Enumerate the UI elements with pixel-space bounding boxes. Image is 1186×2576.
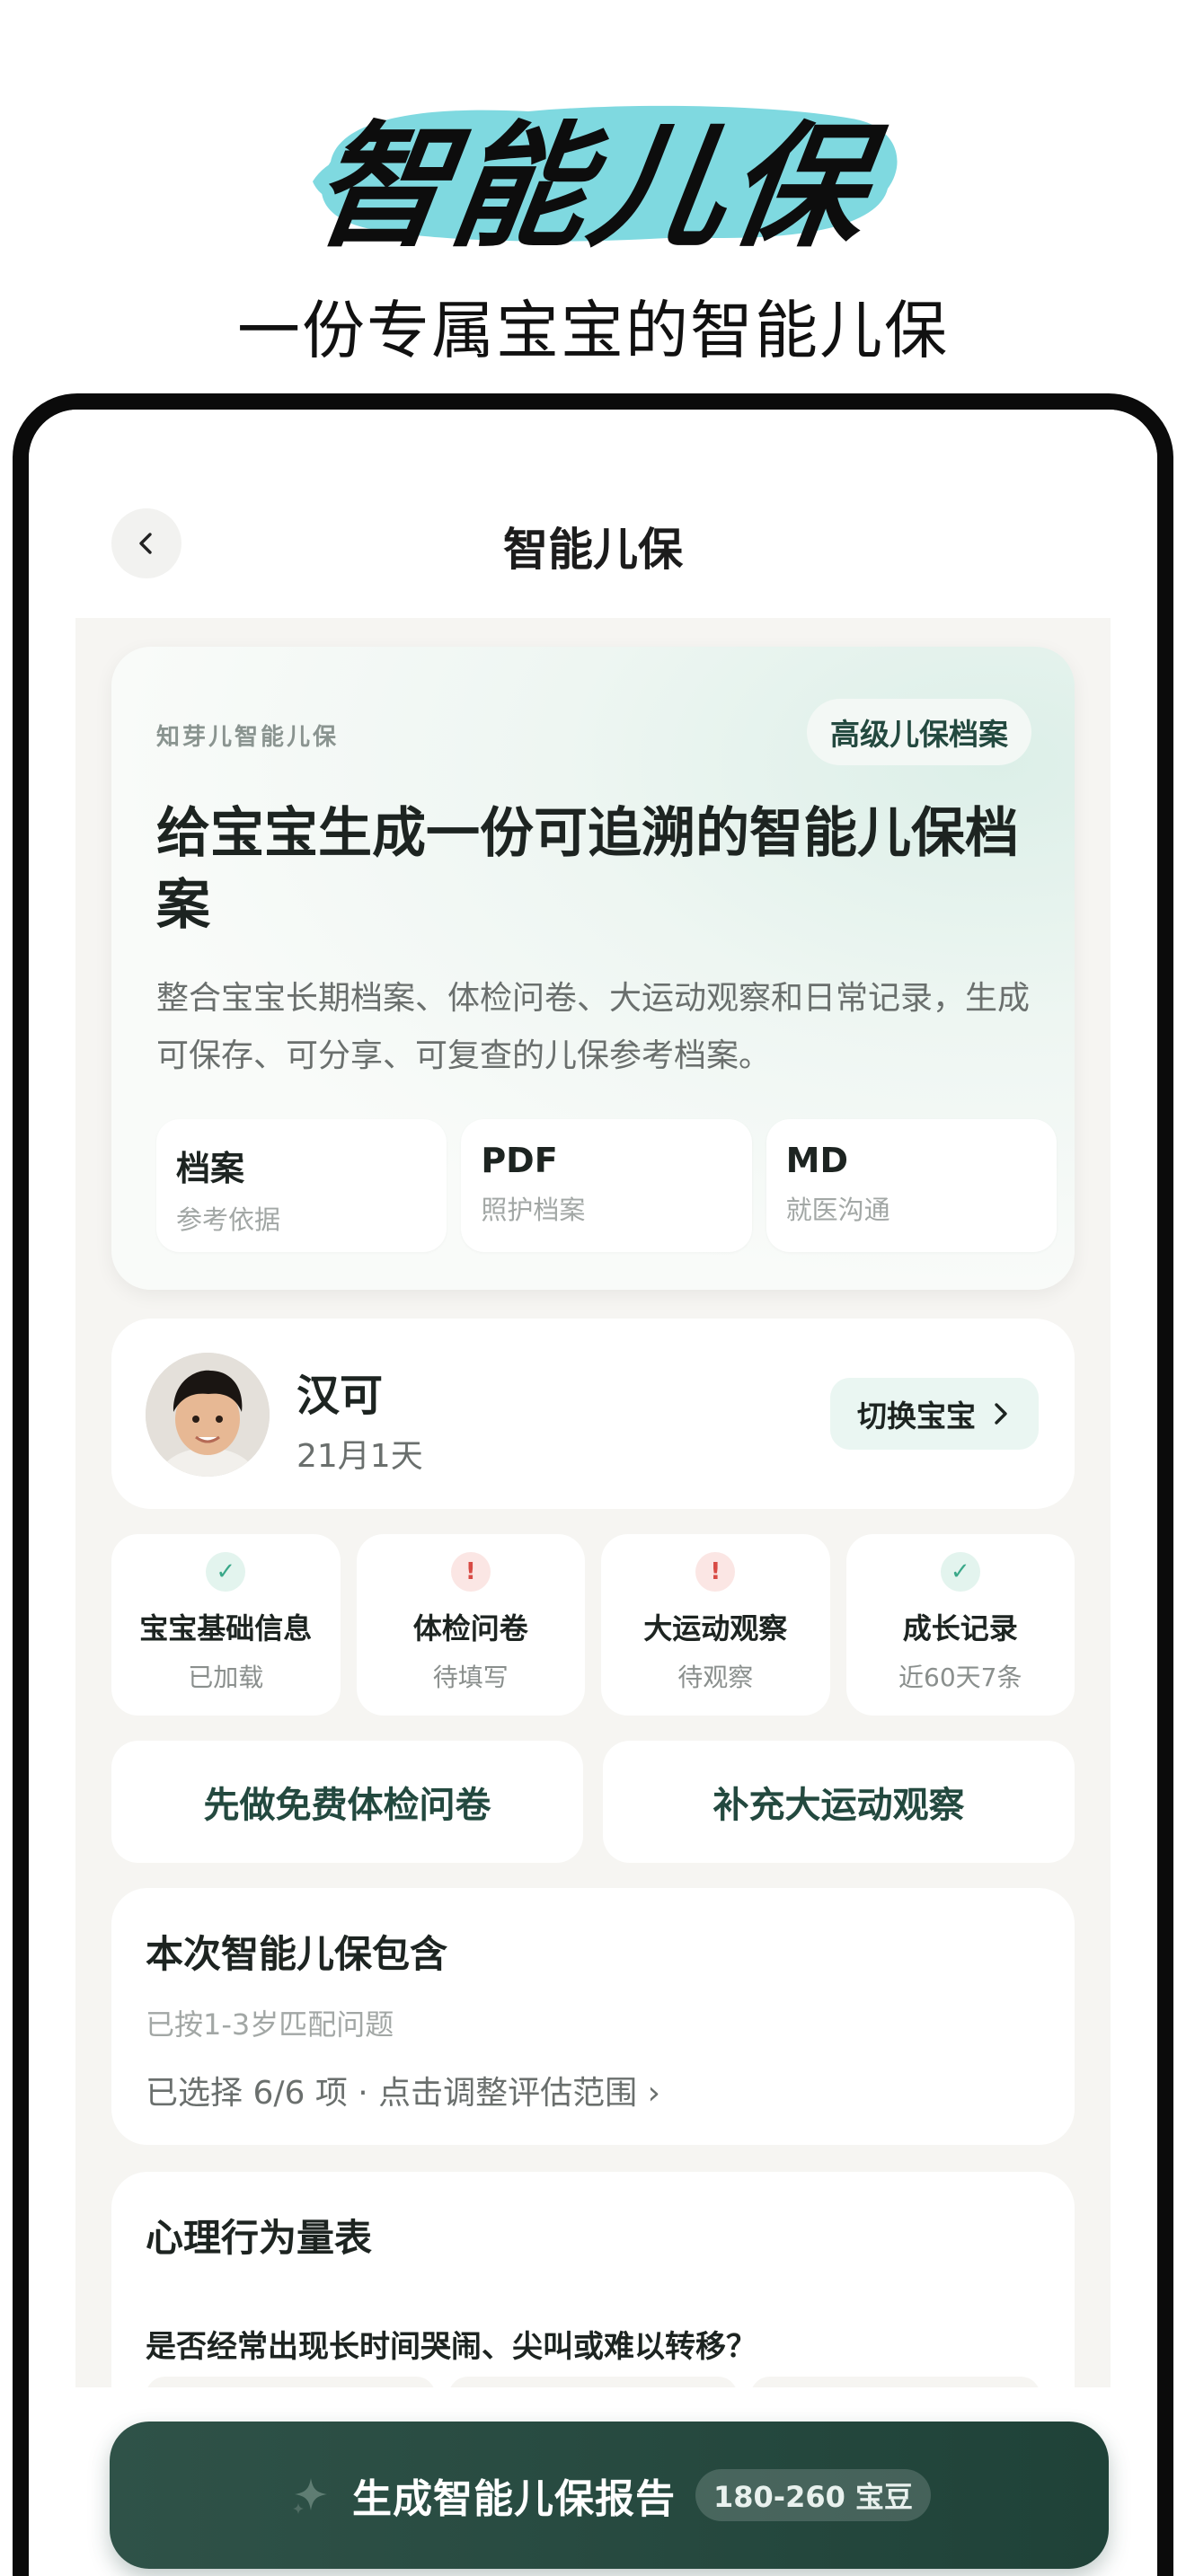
- report-includes-card[interactable]: 本次智能儿保包含 已按1-3岁匹配问题 已选择 6/6 项 · 点击调整评估范围…: [111, 1888, 1075, 2145]
- status-state: 待填写: [432, 1663, 509, 1692]
- page-title: 智能儿保: [503, 524, 683, 576]
- feature-tile-sub: 参考依据: [176, 1204, 281, 1235]
- hero-brand: 知芽儿智能儿保: [156, 724, 340, 751]
- switch-baby-button[interactable]: 切换宝宝: [830, 1378, 1039, 1450]
- scale-question: 是否经常出现长时间哭闹、尖叫或难以转移？: [146, 2329, 757, 2365]
- feature-tile-pdf: PDF 照护档案: [461, 1119, 752, 1252]
- feature-tile-sub: 照护档案: [481, 1195, 586, 1225]
- status-growth-records[interactable]: ✓ 成长记录 近60天7条: [845, 1534, 1075, 1716]
- phone-frame: 智能儿保 知芽儿智能儿保 高级儿保档案 给宝宝生成一份可追溯的智能儿保档案 整合…: [13, 393, 1173, 2576]
- promo-title: 智能儿保: [303, 109, 880, 266]
- status-label: 大运动观察: [643, 1611, 788, 1645]
- archive-level-badge: 高级儿保档案: [807, 699, 1031, 765]
- status-state: 待观察: [677, 1663, 754, 1692]
- check-icon: ✓: [206, 1552, 246, 1592]
- scale-title: 心理行为量表: [146, 2216, 373, 2260]
- includes-title: 本次智能儿保包含: [146, 1932, 448, 1976]
- feature-tile-sub: 就医沟通: [785, 1195, 890, 1225]
- includes-age-match: 已按1-3岁匹配问题: [146, 2007, 394, 2042]
- answer-option[interactable]: [146, 2377, 436, 2387]
- nav-bar: 智能儿保: [29, 508, 1157, 607]
- feature-tile-head: 档案: [176, 1149, 245, 1188]
- child-portrait-icon: [146, 1353, 270, 1477]
- status-checkup-questionnaire[interactable]: ! 体检问卷 待填写: [356, 1534, 585, 1716]
- status-basic-info[interactable]: ✓ 宝宝基础信息 已加载: [111, 1534, 341, 1716]
- status-state: 近60天7条: [898, 1663, 1022, 1692]
- baby-profile-card: 汉可 21月1天 切换宝宝: [111, 1319, 1075, 1509]
- free-questionnaire-button[interactable]: 先做免费体检问卷: [111, 1741, 583, 1863]
- status-gross-motor[interactable]: ! 大运动观察 待观察: [601, 1534, 830, 1716]
- status-label: 成长记录: [902, 1611, 1018, 1645]
- hero-description: 整合宝宝长期档案、体检问卷、大运动观察和日常记录，生成可保存、可分享、可复查的儿…: [156, 980, 1031, 1074]
- answer-option[interactable]: [447, 2377, 739, 2387]
- behavior-scale-card: 心理行为量表 是否经常出现长时间哭闹、尖叫或难以转移？: [111, 2172, 1075, 2387]
- status-label: 体检问卷: [412, 1611, 528, 1645]
- status-state: 已加载: [188, 1663, 264, 1692]
- promo-subtitle: 一份专属宝宝的智能儿保: [237, 294, 949, 367]
- adjust-scope-link[interactable]: 已选择 6/6 项 · 点击调整评估范围 ›: [146, 2067, 1040, 2113]
- generate-report-button[interactable]: 生成智能儿保报告 180-260 宝豆: [110, 2422, 1109, 2569]
- price-badge: 180-260 宝豆: [695, 2469, 932, 2521]
- data-status-row: ✓ 宝宝基础信息 已加载 ! 体检问卷 待填写 ! 大运动观察 待观察 ✓ 成长…: [111, 1534, 1075, 1716]
- scale-answer-options: [146, 2377, 1041, 2387]
- baby-name: 汉可: [296, 1371, 384, 1421]
- generate-report-label: 生成智能儿保报告: [351, 2476, 676, 2522]
- chevron-right-icon: [995, 1403, 1007, 1425]
- feature-tile-archive: 档案 参考依据: [156, 1119, 447, 1252]
- answer-option[interactable]: [750, 2377, 1041, 2387]
- promo-title-area: 智能儿保: [0, 81, 1186, 269]
- hero-card: 知芽儿智能儿保 高级儿保档案 给宝宝生成一份可追溯的智能儿保档案 整合宝宝长期档…: [111, 647, 1075, 1290]
- baby-avatar: [146, 1353, 270, 1477]
- alert-icon: !: [695, 1552, 736, 1592]
- feature-tile-head: PDF: [481, 1141, 558, 1180]
- status-label: 宝宝基础信息: [139, 1611, 313, 1645]
- hero-feature-tiles: 档案 参考依据 PDF 照护档案 MD 就医沟通: [156, 1119, 1057, 1252]
- feature-tile-md: MD 就医沟通: [766, 1119, 1057, 1252]
- check-icon: ✓: [940, 1552, 980, 1592]
- scroll-content[interactable]: 知芽儿智能儿保 高级儿保档案 给宝宝生成一份可追溯的智能儿保档案 整合宝宝长期档…: [75, 618, 1111, 2387]
- alert-icon: !: [450, 1552, 491, 1592]
- baby-age: 21月1天: [296, 1438, 423, 1475]
- app-screen: 智能儿保 知芽儿智能儿保 高级儿保档案 给宝宝生成一份可追溯的智能儿保档案 整合…: [29, 410, 1157, 2576]
- sparkle-icon: [292, 2478, 327, 2514]
- feature-tile-head: MD: [785, 1141, 849, 1180]
- add-motor-observation-button[interactable]: 补充大运动观察: [603, 1741, 1075, 1863]
- switch-baby-label: 切换宝宝: [857, 1398, 976, 1434]
- quick-actions: 先做免费体检问卷 补充大运动观察: [111, 1741, 1075, 1863]
- hero-title: 给宝宝生成一份可追溯的智能儿保档案: [156, 802, 1019, 937]
